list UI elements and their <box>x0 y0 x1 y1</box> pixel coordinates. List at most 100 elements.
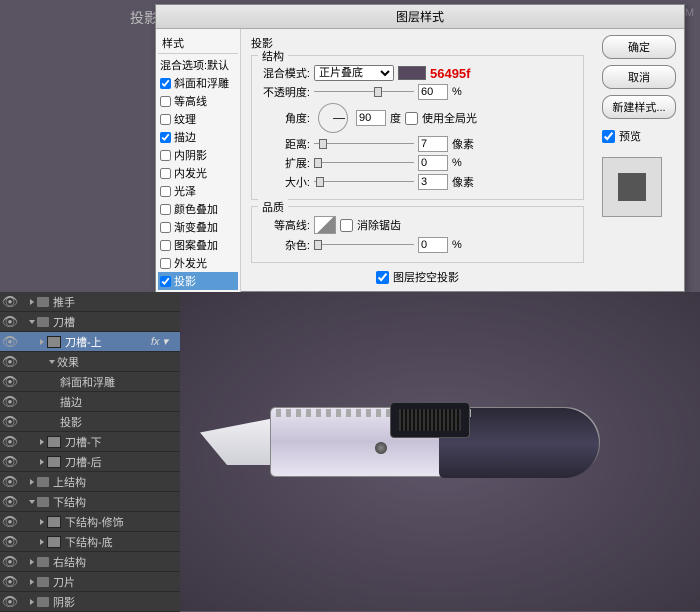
contour-label: 等高线: <box>260 217 310 233</box>
spread-slider[interactable] <box>314 157 414 169</box>
opacity-input[interactable] <box>418 84 448 100</box>
style-item[interactable]: 纹理 <box>158 110 238 128</box>
visibility-icon[interactable]: 👁 <box>0 434 20 450</box>
blend-mode-select[interactable]: 正片叠底 <box>314 65 394 81</box>
visibility-icon[interactable]: 👁 <box>0 294 20 310</box>
visibility-icon[interactable]: 👁 <box>0 374 20 390</box>
visibility-icon[interactable]: 👁 <box>0 534 20 550</box>
visibility-icon[interactable]: 👁 <box>0 574 20 590</box>
style-check[interactable] <box>160 168 171 179</box>
angle-dial[interactable] <box>318 103 348 133</box>
disclosure-icon[interactable] <box>30 599 34 605</box>
angle-input[interactable] <box>356 110 386 126</box>
size-slider[interactable] <box>314 176 414 188</box>
layer-row[interactable]: 👁刀槽-下 <box>0 432 180 452</box>
spread-input[interactable] <box>418 155 448 171</box>
visibility-icon[interactable]: 👁 <box>0 314 20 330</box>
size-input[interactable] <box>418 174 448 190</box>
layer-row[interactable]: 👁描边 <box>0 392 180 412</box>
style-item[interactable]: 描边 <box>158 128 238 146</box>
visibility-icon[interactable]: 👁 <box>0 514 20 530</box>
style-check[interactable] <box>160 150 171 161</box>
style-item[interactable]: 光泽 <box>158 182 238 200</box>
layer-row[interactable]: 👁效果 <box>0 352 180 372</box>
antialias-check[interactable] <box>340 219 353 232</box>
style-check[interactable] <box>160 204 171 215</box>
cancel-button[interactable]: 取消 <box>602 65 676 89</box>
layer-row[interactable]: 👁刀槽 <box>0 312 180 332</box>
disclosure-icon[interactable] <box>40 519 44 525</box>
style-item[interactable]: 斜面和浮雕 <box>158 74 238 92</box>
layer-row[interactable]: 👁推手 <box>0 292 180 312</box>
style-check[interactable] <box>160 240 171 251</box>
visibility-icon[interactable]: 👁 <box>0 494 20 510</box>
style-item[interactable]: 外发光 <box>158 254 238 272</box>
layer-row[interactable]: 👁阴影 <box>0 592 180 612</box>
visibility-icon[interactable]: 👁 <box>0 394 20 410</box>
visibility-icon[interactable]: 👁 <box>0 414 20 430</box>
visibility-icon[interactable]: 👁 <box>0 594 20 610</box>
layer-name: 斜面和浮雕 <box>60 374 115 390</box>
preview-label: 预览 <box>619 128 641 144</box>
visibility-icon[interactable]: 👁 <box>0 554 20 570</box>
style-label: 颜色叠加 <box>174 201 218 217</box>
layer-row[interactable]: 👁下结构 <box>0 492 180 512</box>
style-item[interactable]: 内阴影 <box>158 146 238 164</box>
opacity-slider[interactable] <box>314 86 414 98</box>
disclosure-icon[interactable] <box>40 459 44 465</box>
style-item[interactable]: 等高线 <box>158 92 238 110</box>
style-item[interactable]: 投影 <box>158 272 238 290</box>
style-item[interactable]: 图案叠加 <box>158 236 238 254</box>
layer-row[interactable]: 👁 斜面和浮雕 <box>0 372 180 392</box>
disclosure-icon[interactable] <box>40 339 44 345</box>
visibility-icon[interactable]: 👁 <box>0 334 20 350</box>
style-item[interactable]: 颜色叠加 <box>158 200 238 218</box>
distance-input[interactable] <box>418 136 448 152</box>
style-check[interactable] <box>160 96 171 107</box>
contour-picker[interactable] <box>314 216 336 234</box>
disclosure-icon[interactable] <box>30 479 34 485</box>
disclosure-icon[interactable] <box>40 439 44 445</box>
layer-row[interactable]: 👁下结构-修饰 <box>0 512 180 532</box>
style-item[interactable]: 内发光 <box>158 164 238 182</box>
style-item[interactable]: 渐变叠加 <box>158 218 238 236</box>
style-check[interactable] <box>160 114 171 125</box>
global-light-check[interactable] <box>405 112 418 125</box>
blend-default[interactable]: 混合选项:默认 <box>158 56 238 74</box>
style-check[interactable] <box>160 78 171 89</box>
disclosure-icon[interactable] <box>30 579 34 585</box>
layer-row[interactable]: 👁下结构-底 <box>0 532 180 552</box>
layer-row[interactable]: 👁投影 <box>0 412 180 432</box>
disclosure-icon[interactable] <box>40 539 44 545</box>
preview-check[interactable] <box>602 130 615 143</box>
layer-row[interactable]: 👁刀片 <box>0 572 180 592</box>
visibility-icon[interactable]: 👁 <box>0 454 20 470</box>
style-check[interactable] <box>160 186 171 197</box>
spread-label: 扩展: <box>260 155 310 171</box>
layer-row[interactable]: 👁右结构 <box>0 552 180 572</box>
disclosure-icon[interactable] <box>29 500 35 504</box>
disclosure-icon[interactable] <box>30 299 34 305</box>
visibility-icon[interactable]: 👁 <box>0 354 20 370</box>
noise-input[interactable] <box>418 237 448 253</box>
layer-row[interactable]: 👁上结构 <box>0 472 180 492</box>
disclosure-icon[interactable] <box>30 559 34 565</box>
knockout-check[interactable] <box>376 271 389 284</box>
style-label: 斜面和浮雕 <box>174 75 229 91</box>
noise-slider[interactable] <box>314 239 414 251</box>
disclosure-icon[interactable] <box>29 320 35 324</box>
distance-slider[interactable] <box>314 138 414 150</box>
color-swatch[interactable] <box>398 66 426 80</box>
ok-button[interactable]: 确定 <box>602 35 676 59</box>
style-check[interactable] <box>160 276 171 287</box>
visibility-icon[interactable]: 👁 <box>0 474 20 490</box>
layer-row[interactable]: 👁刀槽-上fx ▾ <box>0 332 180 352</box>
fx-badge[interactable]: fx ▾ <box>151 335 176 348</box>
disclosure-icon[interactable] <box>49 360 55 364</box>
new-style-button[interactable]: 新建样式... <box>602 95 676 119</box>
style-check[interactable] <box>160 132 171 143</box>
layer-row[interactable]: 👁刀槽-后 <box>0 452 180 472</box>
pct2: % <box>452 157 462 169</box>
style-check[interactable] <box>160 258 171 269</box>
style-check[interactable] <box>160 222 171 233</box>
